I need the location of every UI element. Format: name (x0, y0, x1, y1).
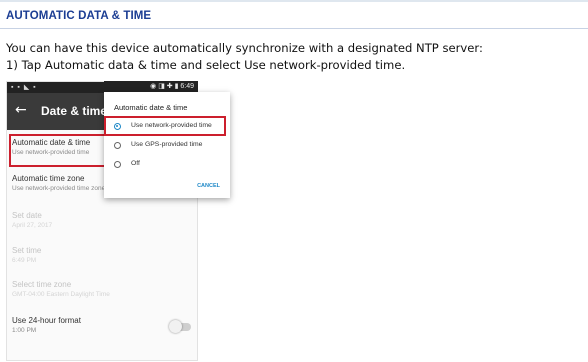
setting-use-24-hour-format[interactable]: Use 24-hour format 1:00 PM (12, 316, 81, 334)
instruction-step-1: 1) Tap Automatic data & time and select … (6, 58, 406, 72)
section-heading: AUTOMATIC DATA & TIME (6, 10, 152, 22)
setting-select-time-zone: Select time zone GMT-04:00 Eastern Dayli… (12, 280, 110, 298)
toggle-24-hour-knob[interactable] (169, 320, 182, 333)
setting-subtitle: GMT-04:00 Eastern Daylight Time (12, 291, 110, 298)
setting-set-date: Set date April 27, 2017 (12, 211, 52, 229)
setting-title: Set date (12, 211, 42, 220)
radio-gps-time[interactable] (114, 142, 121, 149)
instruction-intro: You can have this device automatically s… (6, 41, 483, 55)
setting-subtitle: 6:49 PM (12, 257, 37, 264)
setting-subtitle: Use network-provided time zone (12, 185, 106, 192)
status-bar-right: ◉ ◨ ✚ ▮ 6:49 (104, 81, 198, 92)
setting-subtitle: April 27, 2017 (12, 222, 53, 229)
dialog-title: Automatic date & time (114, 103, 188, 112)
radio-network-time[interactable] (114, 123, 121, 130)
setting-set-time: Set time 6:49 PM (12, 246, 41, 264)
setting-title: Use 24-hour format (12, 316, 81, 325)
cancel-button[interactable]: CANCEL (197, 183, 220, 189)
option-network-time[interactable]: Use network-provided time (131, 122, 212, 129)
setting-subtitle: 1:00 PM (12, 327, 37, 334)
setting-title: Select time zone (12, 280, 72, 289)
option-off[interactable]: Off (131, 160, 140, 167)
status-icons-left: ▪ ▪ ◣ ▪ (11, 84, 37, 91)
automatic-date-time-dialog: Automatic date & time Use network-provid… (104, 92, 230, 198)
highlight-box-setting (9, 134, 111, 167)
option-gps-time[interactable]: Use GPS-provided time (131, 141, 202, 148)
setting-automatic-time-zone[interactable]: Automatic time zone Use network-provided… (12, 174, 105, 192)
top-divider (0, 0, 588, 2)
setting-title: Set time (12, 246, 42, 255)
back-arrow-icon[interactable]: ← (15, 102, 27, 118)
setting-title: Automatic time zone (12, 174, 85, 183)
radio-off[interactable] (114, 161, 121, 168)
screen-title: Date & time (41, 104, 108, 118)
heading-divider (0, 28, 588, 29)
